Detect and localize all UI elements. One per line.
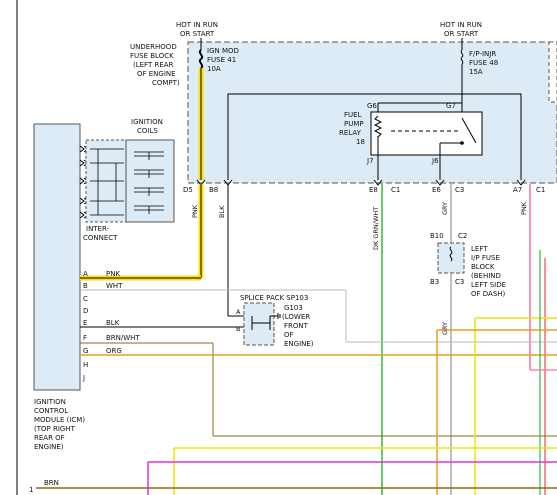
g103-label-3: FRONT [284, 322, 309, 330]
fuse41-label-3: 10A [207, 65, 221, 73]
ip-label-2: I/P FUSE [471, 254, 500, 262]
bottom-number: 1 [29, 486, 33, 494]
icm-label-3: MODULE (ICM) [34, 416, 85, 424]
ip-label-5: LEFT SIDE [471, 281, 506, 289]
pin-g-wire: ORG [106, 347, 122, 355]
bottom-wire-label: BRN [44, 479, 59, 487]
pin-j: J [82, 374, 85, 382]
fuse48-label-2: FUSE 48 [469, 59, 498, 67]
pin-f: F [83, 334, 87, 342]
label-dkgrnwht: DK GRN/WHT [372, 207, 380, 250]
fuel-pump-relay [370, 111, 483, 156]
underhood-label-1: UNDERHOOD [130, 43, 177, 51]
label-pnk-2: PNK [520, 201, 528, 215]
ip-label-4: (BEHIND [471, 272, 501, 280]
ip-label-6: OF DASH) [471, 290, 506, 298]
fuse48-label-1: F/P-INJR [469, 50, 496, 58]
wiring-diagram: HOT IN RUN OR START HOT IN RUN OR START … [16, 0, 557, 495]
conn-d5: D5 [183, 186, 193, 194]
pin-e: E [83, 319, 87, 327]
label-gry-1: GRY [441, 202, 449, 215]
relay-g7: G7 [446, 102, 456, 110]
icm-label-6: ENGINE) [34, 443, 64, 451]
interconnect-label-1: INTER- [86, 225, 110, 233]
pin-a-wire: PNK [106, 270, 120, 278]
fuse41-label-2: FUSE 41 [207, 56, 236, 64]
underhood-label-5: COMPT) [152, 79, 180, 87]
conn-e6: E6 [432, 186, 441, 194]
icm-label-5: REAR OF [34, 434, 65, 442]
relay-label-3: RELAY [339, 129, 362, 137]
underhood-label-3: (LEFT REAR [133, 61, 174, 69]
conn-c1b: C1 [536, 186, 545, 194]
pin-d: D [83, 307, 88, 315]
ip-c2: C2 [458, 232, 467, 240]
pin-a: A [83, 270, 88, 278]
hot-right-line2: OR START [444, 30, 479, 38]
ip-b10: B10 [430, 232, 444, 240]
interconnect-label-2: CONNECT [83, 234, 118, 242]
relay-j7: J7 [366, 157, 374, 165]
g103-label-5: ENGINE) [284, 340, 314, 348]
hot-left-line2: OR START [180, 30, 215, 38]
label-blk: BLK [218, 205, 226, 218]
relay-g6: G6 [367, 102, 377, 110]
g103-label-4: OF [284, 331, 294, 339]
conn-a7: A7 [513, 186, 522, 194]
ip-label-3: BLOCK [471, 263, 495, 271]
g103-label-1: G103 [284, 304, 303, 312]
ip-label-1: LEFT [471, 245, 488, 253]
hot-right-line1: HOT IN RUN [440, 21, 482, 29]
pin-b: B [83, 282, 88, 290]
splice-pin-b: B [236, 325, 240, 333]
icm-label-1: IGNITION [34, 398, 66, 406]
splice-pin-a: A [236, 308, 241, 316]
g103-label-2: (LOWER [282, 313, 310, 321]
pin-h: H [83, 361, 88, 369]
icm-module [33, 123, 81, 391]
pin-g: G [83, 347, 88, 355]
ip-c3: C3 [455, 278, 464, 286]
label-pnk-1: PNK [191, 204, 199, 218]
fuse48-label-3: 15A [469, 68, 483, 76]
splice-title: SPLICE PACK SP103 [240, 294, 308, 302]
relay-label-2: PUMP [344, 120, 364, 128]
fuse41-label-1: IGN MOD [207, 47, 239, 55]
ignition-coils-label-1: IGNITION [131, 118, 163, 126]
underhood-label-2: FUSE BLOCK [130, 52, 174, 60]
pin-f-wire: BRN/WHT [106, 334, 140, 342]
conn-c3a: C3 [455, 186, 464, 194]
relay-j6: J6 [431, 157, 439, 165]
conn-e8: E8 [369, 186, 378, 194]
relay-label-1: FUEL [344, 111, 362, 119]
ip-b3: B3 [430, 278, 439, 286]
ignition-coils-label-2: COILS [137, 127, 158, 135]
label-gry-2: GRY [441, 322, 449, 335]
conn-c1a: C1 [391, 186, 400, 194]
relay-label-4: 18 [356, 138, 365, 146]
pin-c: C [83, 295, 88, 303]
hot-left-line1: HOT IN RUN [176, 21, 218, 29]
icm-pins: A PNK B WHT C D E BLK F BRN/WHT G ORG H … [82, 270, 140, 382]
icm-label-4: (TOP RIGHT [34, 425, 76, 433]
icm-label-2: CONTROL [34, 407, 68, 415]
pin-b-wire: WHT [106, 282, 123, 290]
fuse-block-right-tab [548, 41, 557, 103]
underhood-label-4: OF ENGINE [137, 70, 176, 78]
pin-e-wire: BLK [106, 319, 120, 327]
conn-b8: B8 [209, 186, 218, 194]
